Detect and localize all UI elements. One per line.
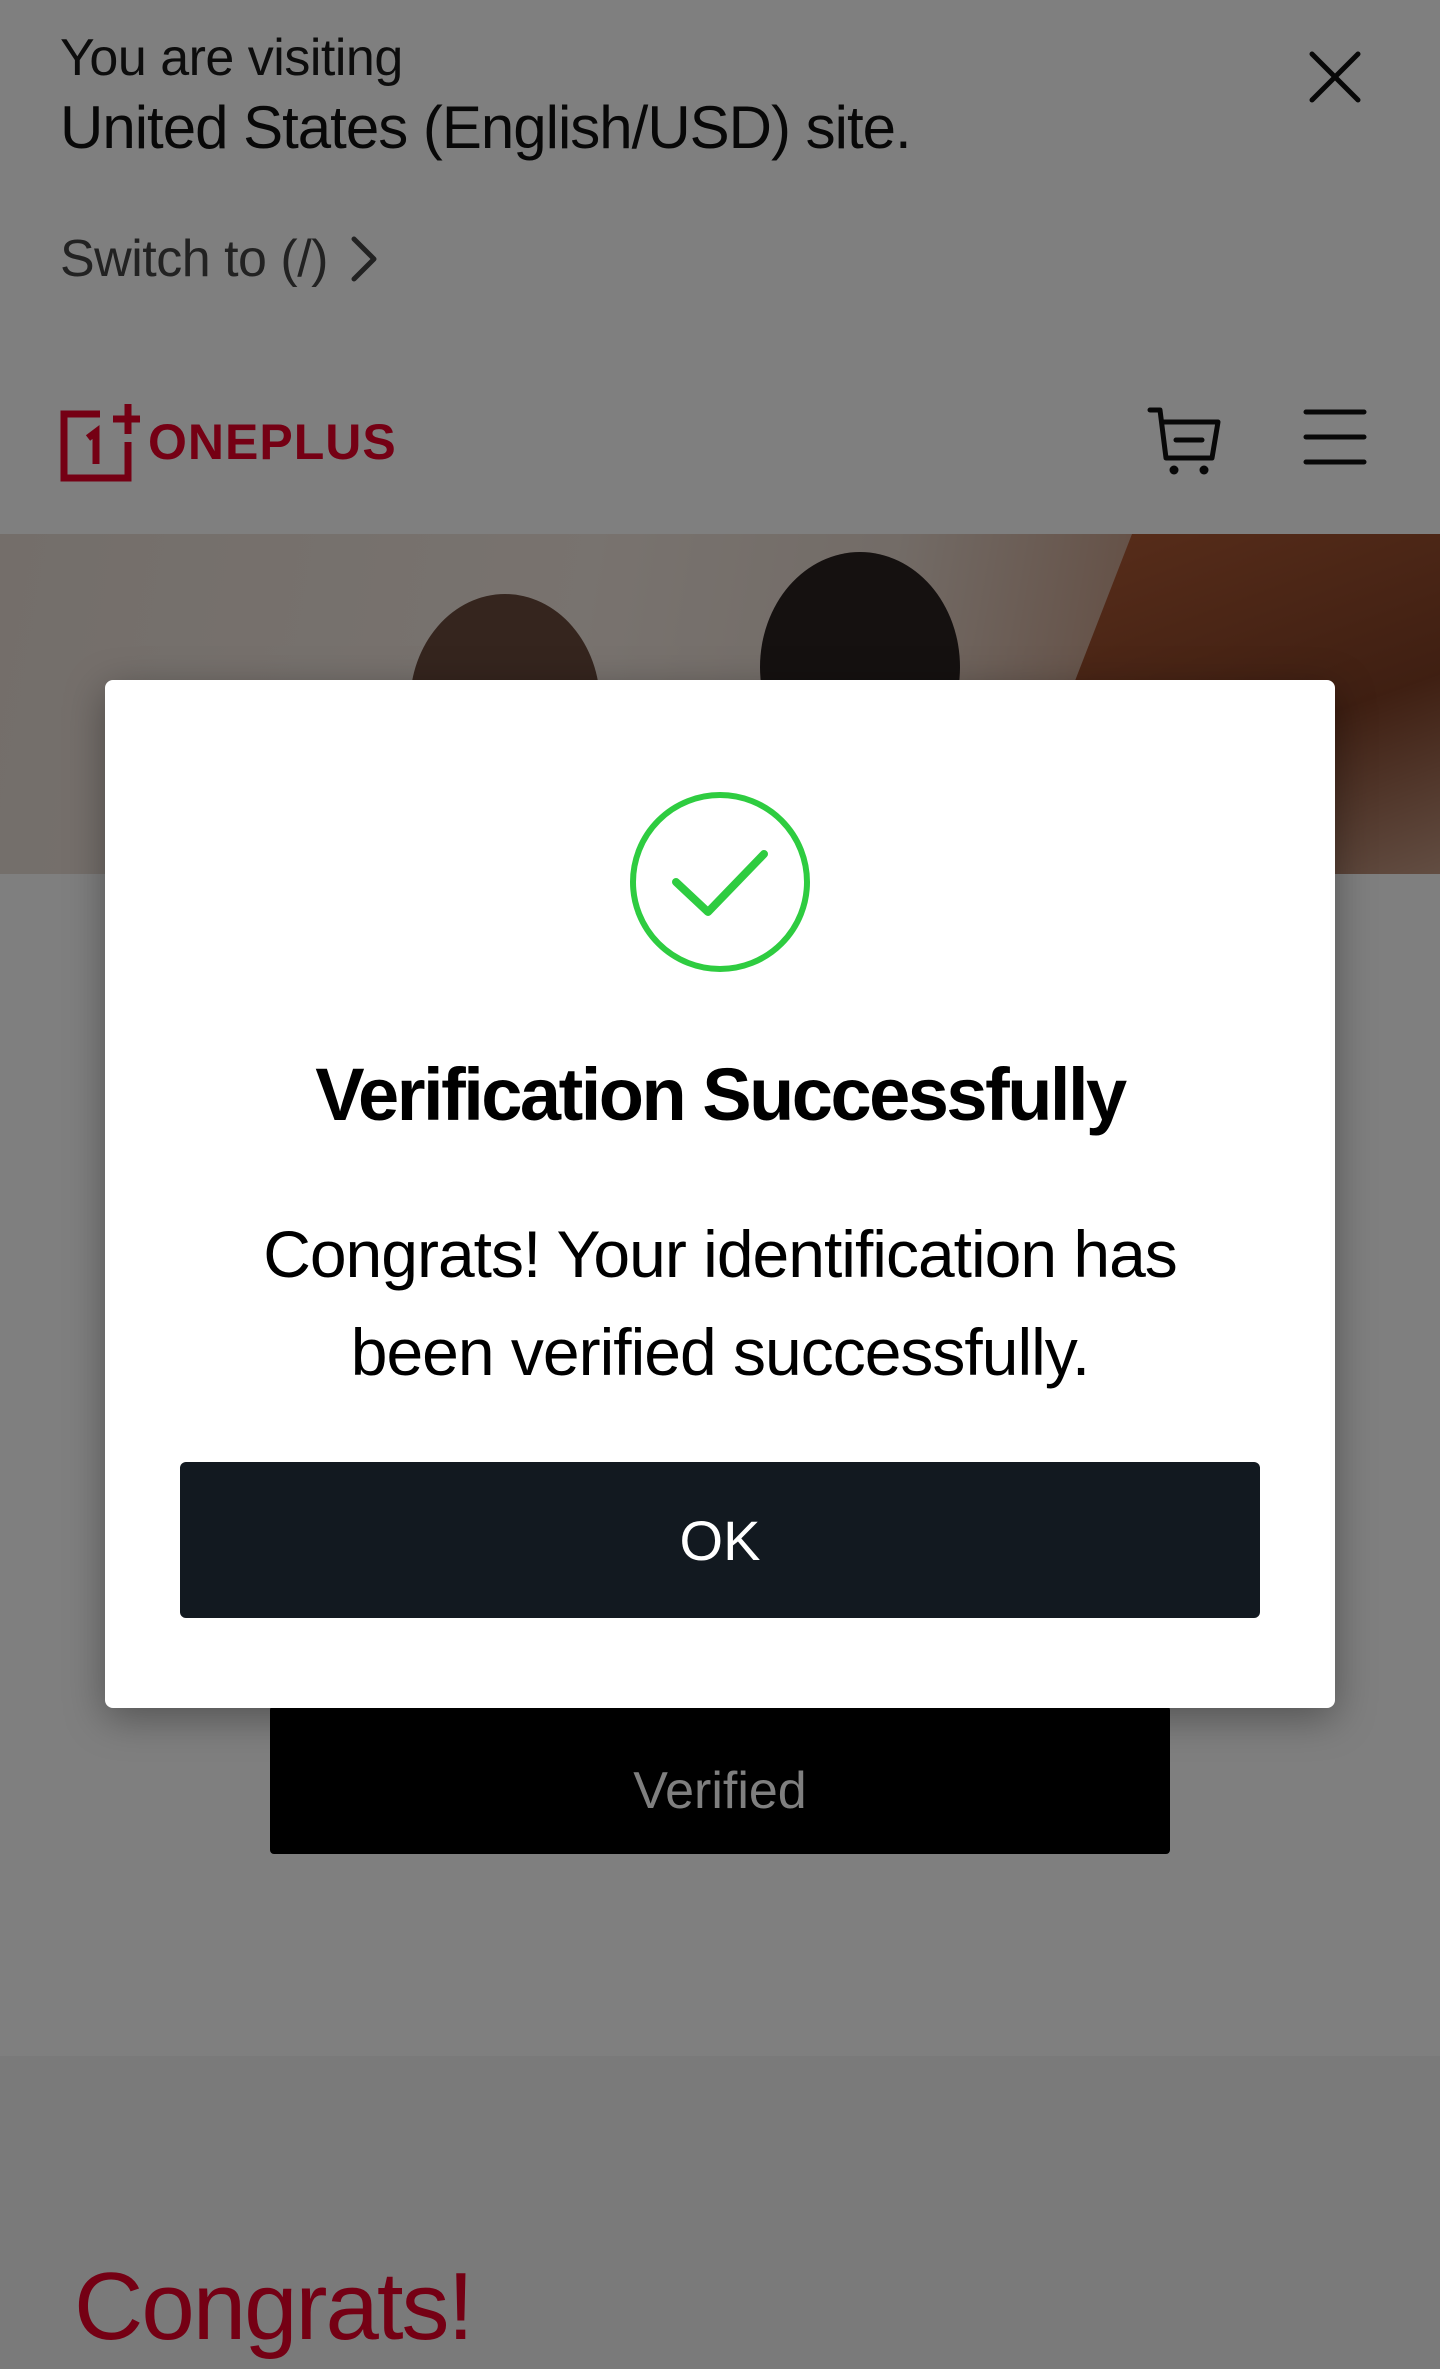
verification-success-dialog: Verification Successfully Congrats! Your…: [105, 680, 1335, 1708]
dialog-title: Verification Successfully: [315, 1053, 1127, 1136]
ok-button[interactable]: OK: [180, 1462, 1260, 1618]
dialog-message: Congrats! Your identification has been v…: [263, 1217, 1178, 1389]
check-circle-icon: [630, 792, 810, 972]
